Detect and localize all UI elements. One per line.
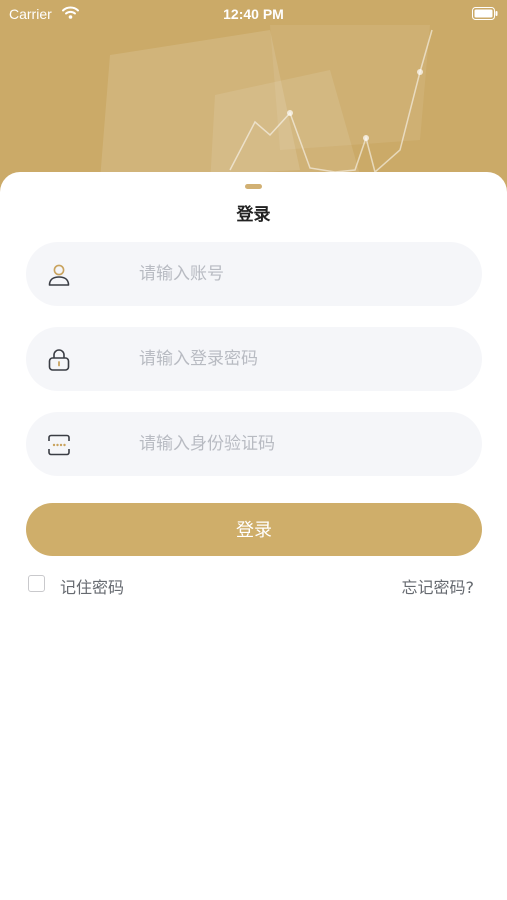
password-input[interactable] (139, 327, 459, 391)
sheet-grabber[interactable] (245, 184, 262, 189)
forgot-password-link[interactable]: 忘记密码? (402, 574, 475, 598)
login-sheet: 登录 登录 记住密码 忘记密码? (0, 172, 507, 900)
remember-checkbox[interactable] (28, 575, 45, 592)
verify-code-icon (48, 434, 70, 456)
account-input[interactable] (139, 242, 459, 306)
user-icon (48, 264, 70, 286)
password-field[interactable] (26, 327, 482, 391)
idcode-field[interactable] (26, 412, 482, 476)
status-bar: Carrier 12:40 PM (0, 0, 507, 28)
account-field[interactable] (26, 242, 482, 306)
idcode-input[interactable] (139, 412, 459, 476)
battery-icon (472, 7, 498, 20)
lock-icon (48, 349, 70, 371)
decorative-chart-graphic (100, 25, 433, 185)
login-button[interactable]: 登录 (26, 503, 482, 556)
status-time: 12:40 PM (223, 6, 284, 22)
remember-label[interactable]: 记住密码 (60, 574, 124, 598)
header-banner (0, 0, 507, 200)
page-title: 登录 (236, 205, 271, 225)
